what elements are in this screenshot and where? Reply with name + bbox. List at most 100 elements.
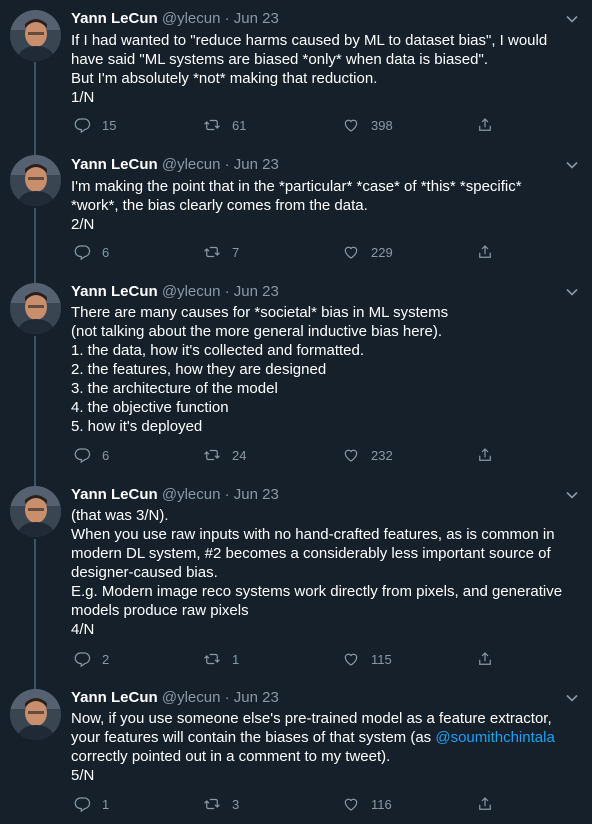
reply-icon — [74, 245, 91, 261]
avatar-image — [10, 283, 61, 334]
share-icon — [479, 797, 491, 810]
thread-line — [34, 539, 36, 685]
like-button[interactable]: 115 — [342, 649, 392, 669]
reply-icon — [74, 652, 91, 668]
tweet-date[interactable]: Jun 23 — [234, 486, 279, 503]
reply-button[interactable]: 1 — [73, 794, 109, 814]
heart-icon — [344, 798, 358, 811]
author-handle[interactable]: @ylecun — [162, 10, 221, 27]
retweet-count: 24 — [232, 447, 247, 463]
chevron-down-icon[interactable] — [565, 12, 579, 26]
tweet[interactable]: Yann LeCun @ylecun · Jun 23 I'm making t… — [0, 150, 592, 278]
like-count: 229 — [371, 244, 393, 260]
reply-button[interactable]: 6 — [73, 242, 109, 262]
retweet-button[interactable]: 3 — [203, 794, 239, 814]
share-icon — [479, 245, 491, 258]
tweet-header: Yann LeCun @ylecun · Jun 23 — [71, 283, 279, 301]
tweet-actions: 2 1 115 — [71, 649, 581, 669]
retweet-icon — [204, 119, 220, 131]
avatar[interactable] — [10, 155, 61, 206]
share-icon — [479, 448, 491, 461]
like-button[interactable]: 398 — [342, 115, 393, 135]
reply-count: 6 — [102, 447, 110, 463]
avatar[interactable] — [10, 283, 61, 334]
author-name[interactable]: Yann LeCun — [71, 10, 158, 27]
like-button[interactable]: 116 — [342, 794, 392, 814]
avatar-image — [10, 689, 61, 740]
author-name[interactable]: Yann LeCun — [71, 486, 158, 503]
tweet-date[interactable]: Jun 23 — [234, 156, 279, 173]
avatar[interactable] — [10, 10, 61, 61]
author-handle[interactable]: @ylecun — [162, 689, 221, 706]
retweet-button[interactable]: 61 — [203, 115, 246, 135]
share-button[interactable] — [476, 242, 494, 262]
author-name[interactable]: Yann LeCun — [71, 156, 158, 173]
tweet-text: There are many causes for *societal* bia… — [71, 304, 449, 435]
tweet-date[interactable]: Jun 23 — [234, 10, 279, 27]
retweet-icon — [204, 449, 220, 461]
author-handle[interactable]: @ylecun — [162, 156, 221, 173]
heart-icon — [344, 449, 358, 462]
separator-dot: · — [224, 486, 230, 503]
retweet-button[interactable]: 7 — [203, 242, 239, 262]
chevron-down-icon[interactable] — [565, 691, 579, 705]
tweet-text: I'm making the point that in the *partic… — [71, 178, 522, 233]
like-button[interactable]: 229 — [342, 242, 393, 262]
reply-button[interactable]: 15 — [73, 115, 116, 135]
share-button[interactable] — [476, 115, 494, 135]
chevron-down-icon[interactable] — [565, 488, 579, 502]
tweet[interactable]: Yann LeCun @ylecun · Jun 23 If I had wan… — [0, 0, 592, 150]
reply-count: 15 — [102, 117, 117, 133]
tweet-text: If I had wanted to "reduce harms caused … — [71, 32, 548, 106]
like-count: 116 — [371, 796, 392, 812]
author-handle[interactable]: @ylecun — [162, 486, 221, 503]
share-button[interactable] — [476, 649, 494, 669]
thread-line — [34, 208, 36, 278]
tweet[interactable]: Yann LeCun @ylecun · Jun 23 There are ma… — [0, 278, 592, 481]
separator-dot: · — [224, 10, 230, 27]
heart-icon — [344, 653, 358, 666]
tweet-header: Yann LeCun @ylecun · Jun 23 — [71, 486, 279, 504]
retweet-icon — [204, 246, 220, 258]
chevron-down-icon[interactable] — [565, 285, 579, 299]
avatar-image — [10, 10, 61, 61]
tweet-text: Now, if you use someone else's pre-train… — [71, 710, 555, 784]
tweet-text: (that was 3/N). When you use raw inputs … — [71, 507, 563, 638]
chevron-down-icon[interactable] — [565, 158, 579, 172]
like-button[interactable]: 232 — [342, 445, 393, 465]
tweet[interactable]: Yann LeCun @ylecun · Jun 23 Now, if you … — [0, 685, 592, 824]
avatar[interactable] — [10, 486, 61, 537]
thread-line — [34, 336, 36, 481]
reply-button[interactable]: 2 — [73, 649, 109, 669]
reply-button[interactable]: 6 — [73, 445, 109, 465]
author-handle[interactable]: @ylecun — [162, 283, 221, 300]
like-count: 232 — [371, 447, 393, 463]
retweet-count: 61 — [232, 117, 247, 133]
reply-count: 1 — [102, 796, 110, 812]
tweet-actions: 6 7 229 — [71, 242, 581, 262]
author-name[interactable]: Yann LeCun — [71, 689, 158, 706]
tweet-date[interactable]: Jun 23 — [234, 689, 279, 706]
retweet-button[interactable]: 24 — [203, 445, 246, 465]
like-count: 115 — [371, 651, 392, 667]
separator-dot: · — [224, 283, 230, 300]
tweet-actions: 1 3 116 — [71, 794, 581, 814]
author-name[interactable]: Yann LeCun — [71, 283, 158, 300]
mention-link[interactable]: @soumithchintala — [435, 729, 554, 746]
share-button[interactable] — [476, 794, 494, 814]
avatar[interactable] — [10, 689, 61, 740]
tweet-header: Yann LeCun @ylecun · Jun 23 — [71, 689, 279, 707]
share-icon — [479, 118, 491, 131]
reply-count: 6 — [102, 244, 110, 260]
tweet-date[interactable]: Jun 23 — [234, 283, 279, 300]
tweet-actions: 15 61 398 — [71, 115, 581, 135]
retweet-button[interactable]: 1 — [203, 649, 239, 669]
share-button[interactable] — [476, 445, 494, 465]
tweet[interactable]: Yann LeCun @ylecun · Jun 23 (that was 3/… — [0, 481, 592, 685]
retweet-count: 7 — [232, 244, 240, 260]
avatar-image — [10, 486, 61, 537]
reply-icon — [74, 118, 91, 134]
tweet-header: Yann LeCun @ylecun · Jun 23 — [71, 10, 279, 28]
tweet-actions: 6 24 232 — [71, 445, 581, 465]
retweet-icon — [204, 653, 220, 665]
